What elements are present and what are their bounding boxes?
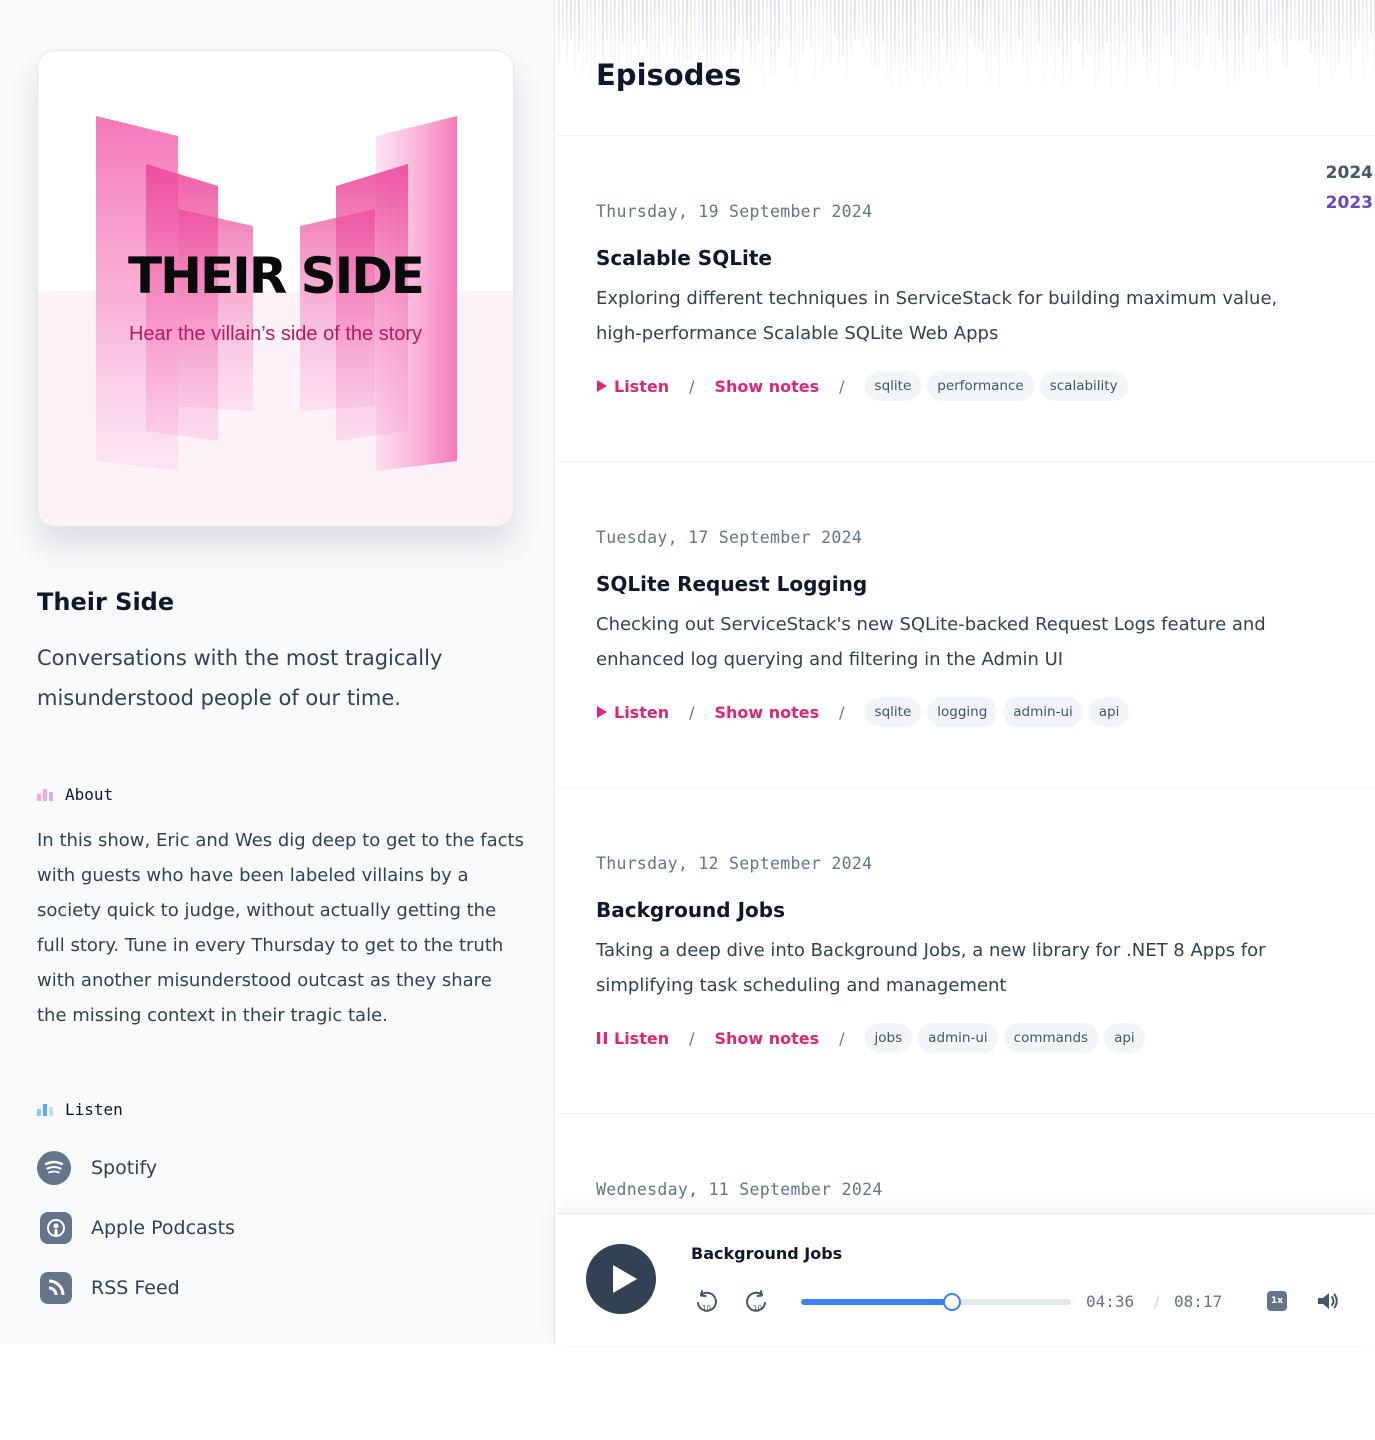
episode-actions: Listen / Show notes / jobs admin-ui comm… (596, 1021, 1151, 1055)
tag[interactable]: sqlite (864, 697, 922, 727)
separator: / (689, 1028, 695, 1048)
episodes-panel: Episodes 2024 2023 Thursday, 19 Septembe… (556, 0, 1375, 1344)
current-time: 04:36 (1086, 1292, 1135, 1311)
tag[interactable]: sqlite (864, 371, 922, 401)
duration: 08:17 (1174, 1292, 1223, 1311)
episode-description: Taking a deep dive into Background Jobs,… (596, 940, 1266, 996)
audio-player: Background Jobs 10 10 04:36 / 08:17 1x (556, 1213, 1375, 1345)
progress-handle[interactable] (942, 1293, 961, 1311)
separator: / (839, 376, 845, 396)
spotify-link[interactable]: Spotify (37, 1148, 235, 1188)
progress-slider[interactable] (801, 1293, 1071, 1311)
episode-item: Thursday, 12 September 2024 Background J… (556, 788, 1375, 1114)
tag[interactable]: api (1088, 697, 1130, 727)
page-title: Episodes (596, 58, 742, 92)
volume-icon[interactable] (1316, 1290, 1340, 1312)
apple-podcasts-icon (40, 1212, 72, 1244)
tag[interactable]: logging (927, 697, 998, 727)
bars-icon (37, 788, 53, 801)
cover-subtitle: Hear the villain’s side of the story (128, 323, 423, 345)
sidebar: THEIR SIDE Hear the villain’s side of th… (0, 0, 555, 1344)
show-notes-link[interactable]: Show notes (714, 703, 819, 722)
play-icon (597, 706, 607, 718)
show-notes-link[interactable]: Show notes (714, 1029, 819, 1048)
listen-heading-label: Listen (65, 1100, 123, 1119)
time-separator: / (1154, 1292, 1160, 1311)
apple-podcasts-label: Apple Podcasts (91, 1217, 235, 1239)
episode-title[interactable]: Background Jobs (596, 898, 785, 922)
episode-title[interactable]: Scalable SQLite (596, 246, 772, 270)
podcast-description: Conversations with the most tragically m… (37, 646, 443, 710)
player-episode-title: Background Jobs (691, 1244, 843, 1263)
show-notes-link[interactable]: Show notes (714, 377, 819, 396)
svg-text:10: 10 (753, 1304, 762, 1312)
episode-title[interactable]: SQLite Request Logging (596, 572, 867, 596)
episode-description: Checking out ServiceStack's new SQLite-b… (596, 614, 1266, 670)
play-button[interactable] (586, 1244, 656, 1314)
episode-item: Thursday, 19 September 2024 Scalable SQL… (556, 136, 1375, 462)
pause-icon (597, 1032, 607, 1044)
episode-date: Wednesday, 11 September 2024 (596, 1180, 883, 1199)
tag[interactable]: admin-ui (918, 1023, 998, 1053)
listen-label: Listen (614, 1028, 670, 1048)
tag[interactable]: commands (1003, 1023, 1099, 1053)
separator: / (839, 702, 845, 722)
episode-description: Exploring different techniques in Servic… (596, 288, 1278, 344)
spotify-icon (37, 1151, 71, 1185)
about-heading: About (37, 785, 113, 804)
playback-speed-button[interactable]: 1x (1267, 1291, 1287, 1311)
rss-feed-link[interactable]: RSS Feed (37, 1268, 235, 1308)
spotify-label: Spotify (91, 1157, 158, 1179)
forward-10-icon[interactable]: 10 (744, 1289, 770, 1315)
episode-date: Thursday, 12 September 2024 (596, 854, 873, 873)
listen-button[interactable]: Listen (596, 377, 669, 396)
episode-actions: Listen / Show notes / sqlite performance… (596, 369, 1134, 403)
bars-icon (37, 1103, 53, 1116)
listen-label: Listen (614, 702, 670, 722)
tag[interactable]: admin-ui (1003, 697, 1083, 727)
tag[interactable]: jobs (864, 1023, 913, 1053)
separator: / (689, 702, 695, 722)
play-icon (597, 380, 607, 392)
rss-feed-label: RSS Feed (91, 1277, 180, 1299)
podcast-title: Their Side (37, 588, 175, 616)
episode-date: Tuesday, 17 September 2024 (596, 528, 863, 547)
podcast-cover-art: THEIR SIDE Hear the villain’s side of th… (37, 50, 514, 527)
cover-title: THEIR SIDE (128, 247, 425, 305)
episode-item: Tuesday, 17 September 2024 SQLite Reques… (556, 462, 1375, 788)
listen-links: Spotify Apple Podcasts RSS Feed (37, 1148, 235, 1328)
about-text: In this show, Eric and Wes dig deep to g… (37, 830, 524, 1026)
listen-label: Listen (614, 376, 670, 396)
progress-fill (801, 1299, 951, 1305)
listen-button[interactable]: Listen (596, 1029, 669, 1048)
separator: / (839, 1028, 845, 1048)
rss-icon (40, 1272, 72, 1304)
tag[interactable]: performance (927, 371, 1034, 401)
listen-button[interactable]: Listen (596, 703, 669, 722)
listen-heading: Listen (37, 1100, 123, 1119)
about-heading-label: About (65, 785, 114, 804)
rewind-10-icon[interactable]: 10 (693, 1289, 719, 1315)
apple-podcasts-link[interactable]: Apple Podcasts (37, 1208, 235, 1248)
tag[interactable]: api (1104, 1023, 1145, 1053)
tag[interactable]: scalability (1039, 371, 1128, 401)
svg-text:10: 10 (702, 1304, 711, 1312)
separator: / (689, 376, 695, 396)
episode-date: Thursday, 19 September 2024 (596, 202, 873, 221)
episode-actions: Listen / Show notes / sqlite logging adm… (596, 695, 1135, 729)
